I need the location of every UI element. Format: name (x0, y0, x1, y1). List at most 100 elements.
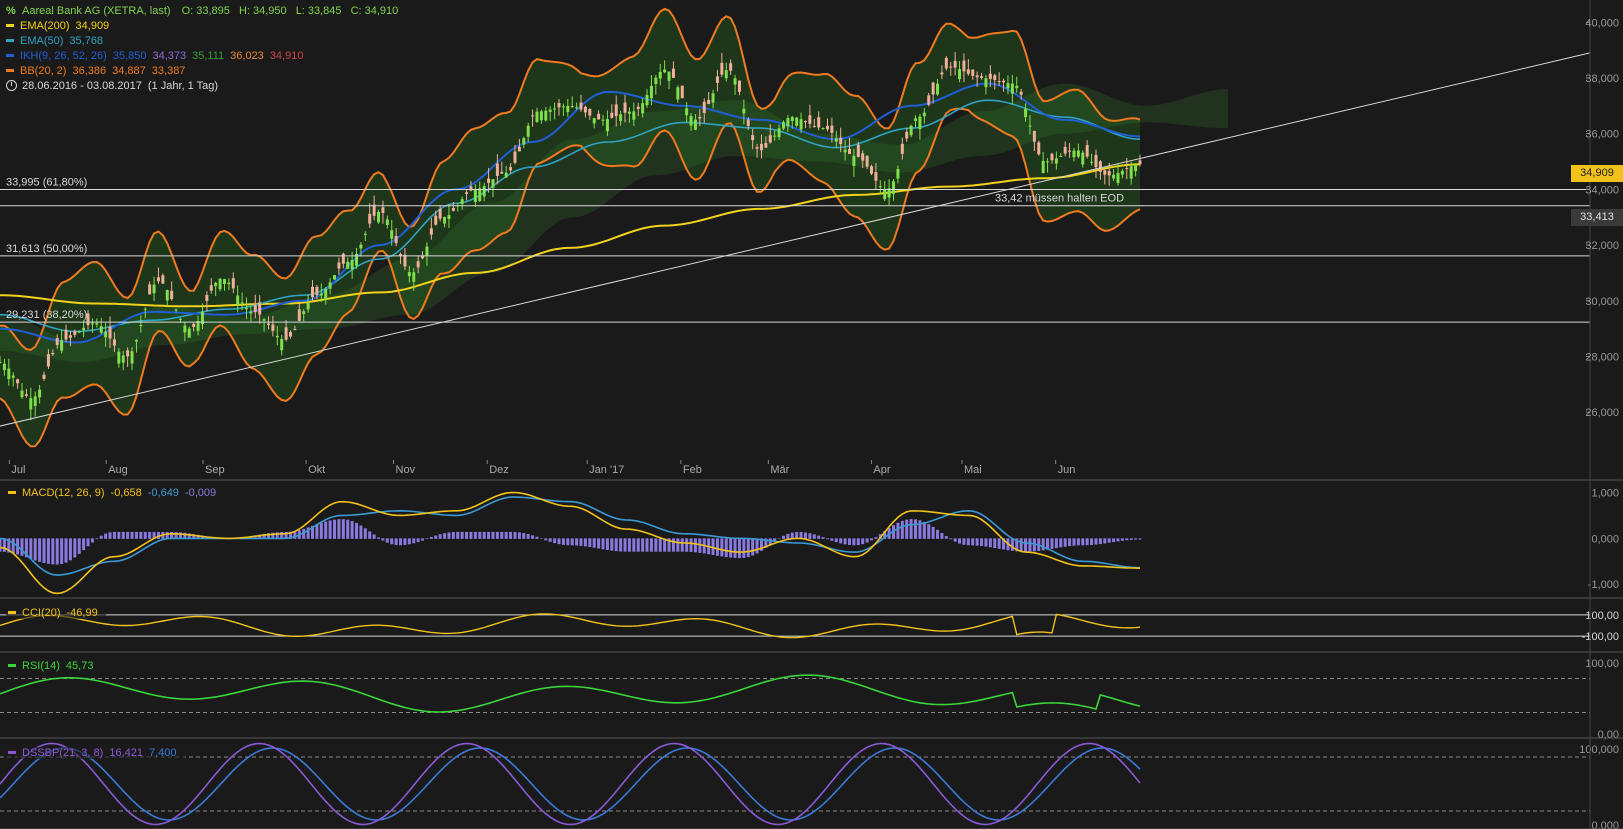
macd-histogram-bar (517, 532, 521, 539)
macd-histogram-bar (905, 519, 909, 539)
chart-canvas: 33,995 (61,80%) 31,613 (50,00%) 29,231 (38… (0, 0, 1623, 829)
candle-body (733, 78, 737, 85)
candle-body (1041, 160, 1045, 174)
candle-body (90, 323, 94, 325)
macd-histogram-bar (614, 538, 618, 552)
candle-body (341, 253, 345, 264)
macd-histogram-bar (944, 535, 948, 539)
candle-body (623, 102, 627, 113)
legend-ikh: IKH(9, 26, 52, 26) 35,850 34,373 35,111 36,0… (6, 49, 404, 64)
candle-body (724, 70, 728, 79)
macd-histogram-bar (526, 534, 530, 539)
legend-ema200: EMA(200) 34,909 (6, 19, 404, 34)
macd-histogram-bar (315, 524, 319, 539)
candle-body (95, 323, 99, 325)
macd-histogram-bar (927, 524, 931, 539)
price-tick-label: 28,000 (1585, 351, 1619, 363)
candle-body (1010, 83, 1014, 94)
candle-body (117, 351, 121, 364)
macd-histogram-bar (720, 538, 724, 557)
candle-body (614, 104, 618, 117)
x-tick-label: Feb (683, 464, 702, 476)
candle-body (768, 135, 772, 143)
candle-body (759, 143, 763, 151)
candle-body (751, 135, 755, 141)
candle-body (610, 112, 614, 118)
candle-body (482, 186, 486, 197)
macd-legend: MACD(12, 26, 9) -0,658 -0,649 -0,009 (6, 487, 225, 499)
candle-body (896, 169, 900, 179)
macd-histogram-bar (99, 535, 103, 539)
candle-body (214, 282, 218, 287)
candle-body (1090, 161, 1094, 163)
candle-body (1125, 168, 1129, 170)
candle-body (878, 186, 882, 188)
candle-body (478, 188, 482, 201)
macd-histogram-bar (861, 538, 865, 545)
candle-body (949, 66, 953, 68)
macd-histogram-bar (1054, 538, 1058, 549)
candle-body (808, 115, 812, 124)
x-tick-label: Jun (1058, 464, 1076, 476)
candle-body (597, 113, 601, 120)
macd-histogram-bar (1050, 538, 1054, 549)
macd-histogram-bar (372, 534, 376, 539)
macd-histogram-bar (1076, 538, 1080, 546)
macd-value-3: -0,009 (184, 487, 217, 499)
candle-body (407, 272, 411, 277)
macd-histogram-bar (715, 538, 719, 556)
candle-body (922, 112, 926, 117)
macd-histogram-bar (570, 538, 574, 546)
candle-body (1046, 161, 1050, 163)
candle-body (187, 328, 191, 338)
candle-body (654, 77, 658, 84)
candle-body (737, 80, 741, 92)
macd-value-2: -0,649 (147, 487, 179, 499)
candle-body (328, 282, 332, 289)
macd-histogram-bar (689, 538, 693, 552)
candle-body (1138, 160, 1142, 165)
macd-histogram-bar (11, 538, 15, 554)
x-tick-label: Sep (205, 464, 225, 476)
candle-body (698, 116, 702, 119)
candle-body (645, 94, 649, 106)
macd-histogram-bar (566, 538, 570, 546)
macd-histogram-bar (139, 531, 143, 539)
macd-histogram-bar (839, 538, 843, 544)
macd-histogram-bar (328, 520, 332, 539)
macd-histogram-bar (333, 519, 337, 539)
macd-panel: 1,000 0,000 -1,000 (0, 487, 1619, 595)
macd-histogram-bar (117, 531, 121, 539)
macd-histogram-bar (1059, 538, 1063, 548)
candle-body (1076, 150, 1080, 157)
candle-body (605, 119, 609, 132)
candle-body (451, 208, 455, 211)
support-note-label: 33,42 müssen halten EOD (995, 193, 1124, 205)
bb-value-1: 36,386 (72, 65, 107, 77)
macd-histogram-bar (619, 538, 623, 552)
candle-body (702, 101, 706, 113)
macd-histogram-bar (531, 535, 535, 539)
macd-histogram-bar (363, 528, 367, 539)
bb-value-3: 33,387 (151, 65, 186, 77)
main-legend: % Aareal Bank AG (XETRA, last) O: 33,895 H… (6, 4, 404, 94)
candle-body (377, 211, 381, 223)
support-price-box: 33,413 (1571, 209, 1623, 226)
candle-body (993, 75, 997, 81)
candle-body (297, 309, 301, 321)
candle-body (984, 78, 988, 88)
candle-body (359, 244, 363, 249)
price-tick-label: 34,000 (1585, 184, 1619, 196)
macd-histogram-bar (535, 536, 539, 539)
macd-histogram-bar (46, 538, 50, 564)
macd-histogram-bar (416, 538, 420, 543)
candle-body (812, 125, 816, 127)
rsi-line (0, 674, 1141, 713)
candle-body (900, 143, 904, 154)
candle-body (905, 131, 909, 139)
legend-swatch-ikh (6, 53, 14, 57)
candle-body (870, 166, 874, 174)
macd-histogram-bar (658, 538, 662, 552)
macd-histogram-bar (579, 538, 583, 546)
candle-body (777, 128, 781, 138)
